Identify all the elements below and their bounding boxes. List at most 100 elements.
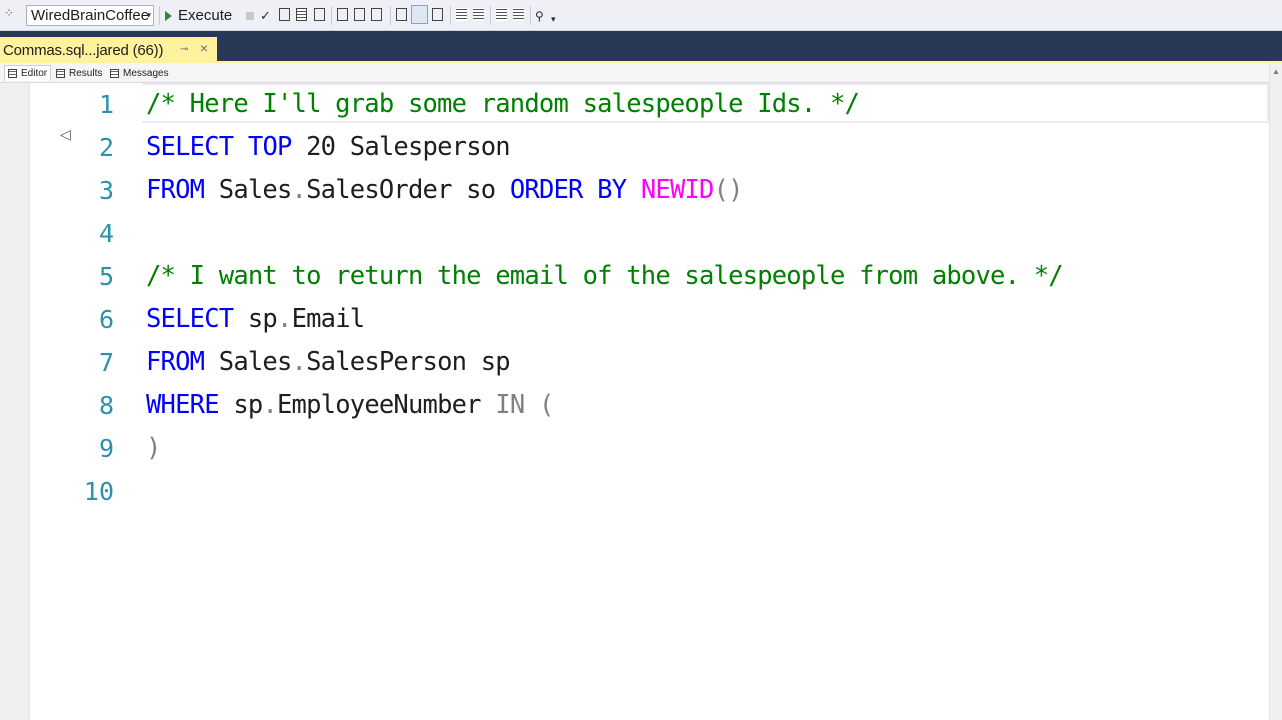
tab-commas-sql[interactable]: Commas.sql...jared (66)) ⊸ × — [0, 37, 217, 63]
document-tab-strip: Commas.sql...jared (66)) ⊸ × — [0, 31, 1282, 63]
line-number: 1 — [98, 90, 114, 119]
code-token: sp — [218, 390, 263, 420]
line-number: 5 — [98, 262, 114, 291]
code-token: Email — [291, 304, 366, 334]
database-name: WiredBrainCoffee — [31, 7, 150, 24]
code-token: () — [713, 175, 744, 205]
code-token: WHERE — [146, 390, 220, 420]
line-number: 3 — [98, 176, 114, 205]
include-plan-icon[interactable] — [337, 8, 348, 21]
line-number: 6 — [98, 305, 114, 334]
code-line[interactable]: 3 FROM Sales.SalesOrder so ORDER BY NEWID… — [0, 169, 1269, 212]
comment-icon[interactable] — [456, 8, 467, 21]
specify-values-icon[interactable]: ⚲ — [535, 5, 544, 26]
available-databases-dropdown[interactable]: WiredBrainCoffee ▾ — [26, 5, 154, 26]
code-token: ) — [146, 433, 161, 463]
code-token: /* Here I'll grab some random salespeopl… — [146, 89, 860, 119]
tab-results[interactable]: Results — [56, 65, 102, 81]
results-to-text-icon[interactable] — [396, 8, 407, 21]
line-number: 4 — [98, 219, 114, 248]
code-text: /* I want to return the email of the sal… — [146, 255, 1064, 298]
tab-messages-label: Messages — [123, 67, 169, 79]
code-token: SalesOrder so — [306, 175, 510, 205]
chevron-down-icon: ▾ — [146, 10, 151, 20]
line-number: 7 — [98, 348, 114, 377]
code-line[interactable]: 9) — [0, 427, 1269, 470]
toolbar-separator — [490, 6, 491, 25]
tab-editor-label: Editor — [21, 68, 48, 79]
results-to-grid-icon[interactable] — [411, 5, 428, 24]
client-stats-icon[interactable] — [371, 8, 382, 21]
code-line[interactable]: 7 FROM Sales.SalesPerson sp — [0, 341, 1269, 384]
code-token: ( — [538, 390, 554, 420]
play-icon — [165, 10, 172, 21]
increase-indent-icon[interactable] — [513, 8, 524, 21]
code-line[interactable]: 6 SELECT sp.Email — [0, 298, 1269, 341]
code-text: SELECT sp.Email — [146, 298, 366, 341]
editor-icon — [8, 69, 17, 78]
code-text: ) — [146, 427, 161, 470]
execute-button[interactable]: Execute — [165, 5, 232, 26]
query-editor[interactable]: ◁ 1/* Here I'll grab some random salespe… — [0, 83, 1269, 720]
intellisense-icon[interactable] — [314, 8, 325, 21]
close-icon[interactable]: × — [200, 40, 208, 56]
query-options-icon[interactable] — [296, 8, 307, 21]
cancel-query-icon[interactable] — [246, 12, 254, 20]
vertical-scrollbar[interactable]: ▲ — [1269, 63, 1282, 720]
scroll-up-icon[interactable]: ▲ — [1272, 67, 1280, 76]
code-token: . — [277, 304, 292, 334]
sql-editor-toolbar: ⁘ WiredBrainCoffee ▾ Execute ✓ ⚲ ▾ — [0, 0, 1282, 31]
tab-title: Commas.sql...jared (66)) — [3, 41, 164, 59]
code-line[interactable]: 4 — [0, 212, 1269, 255]
pin-icon[interactable]: ⊸ — [180, 44, 188, 55]
toolbar-separator — [530, 6, 531, 25]
code-token: BY — [597, 175, 627, 205]
live-stats-icon[interactable] — [354, 8, 365, 21]
tab-editor[interactable]: Editor — [4, 65, 52, 81]
messages-icon — [110, 68, 119, 78]
code-line[interactable]: 2 SELECT TOP 20 Salesperson — [0, 126, 1269, 169]
code-token: ORDER — [509, 175, 584, 205]
code-text: SELECT TOP 20 Salesperson — [146, 126, 511, 169]
results-to-file-icon[interactable] — [432, 8, 443, 21]
code-line[interactable]: 10 — [0, 470, 1269, 513]
line-number: 10 — [83, 477, 114, 506]
uncomment-icon[interactable] — [473, 8, 484, 21]
code-token: sp — [233, 304, 278, 334]
grid-icon — [56, 68, 65, 78]
code-text: WHERE sp.EmployeeNumber IN ( — [146, 384, 554, 427]
tab-messages[interactable]: Messages — [110, 65, 169, 81]
code-token: . — [262, 390, 277, 420]
code-token: SELECT — [146, 132, 234, 162]
display-estimated-plan-icon[interactable] — [279, 8, 290, 21]
line-number: 8 — [98, 391, 114, 420]
toolbar-grip-icon[interactable]: ⁘ — [4, 6, 14, 20]
toolbar-separator — [390, 6, 391, 25]
decrease-indent-icon[interactable] — [496, 8, 507, 21]
code-line[interactable]: 8 WHERE sp.EmployeeNumber IN ( — [0, 384, 1269, 427]
line-number: 9 — [98, 434, 114, 463]
toolbar-separator — [450, 6, 451, 25]
code-token: Sales — [204, 175, 293, 205]
execute-label: Execute — [178, 7, 233, 24]
code-token: . — [291, 175, 307, 205]
toolbar-overflow-icon[interactable]: ▾ — [551, 9, 556, 30]
code-token: Sales — [204, 347, 293, 377]
code-text: FROM Sales.SalesOrder so ORDER BY NEWID(… — [146, 169, 744, 212]
code-line[interactable]: 5 /* I want to return the email of the sa… — [0, 255, 1269, 298]
code-token: FROM — [146, 175, 205, 205]
code-token: TOP — [247, 132, 292, 162]
toolbar-separator — [159, 6, 160, 25]
code-text: FROM Sales.SalesPerson sp — [146, 341, 511, 384]
parse-check-icon[interactable]: ✓ — [260, 5, 271, 26]
code-token: EmployeeNumber — [277, 390, 496, 420]
code-token: IN — [495, 390, 525, 420]
code-token: /* I want to return the email of the sal… — [146, 261, 1064, 291]
code-line[interactable]: 1 /* Here I'll grab some random salespeop… — [0, 83, 1269, 126]
view-tabs: Editor Results Messages — [0, 63, 1282, 83]
code-token: 20 Salesperson — [291, 132, 511, 162]
